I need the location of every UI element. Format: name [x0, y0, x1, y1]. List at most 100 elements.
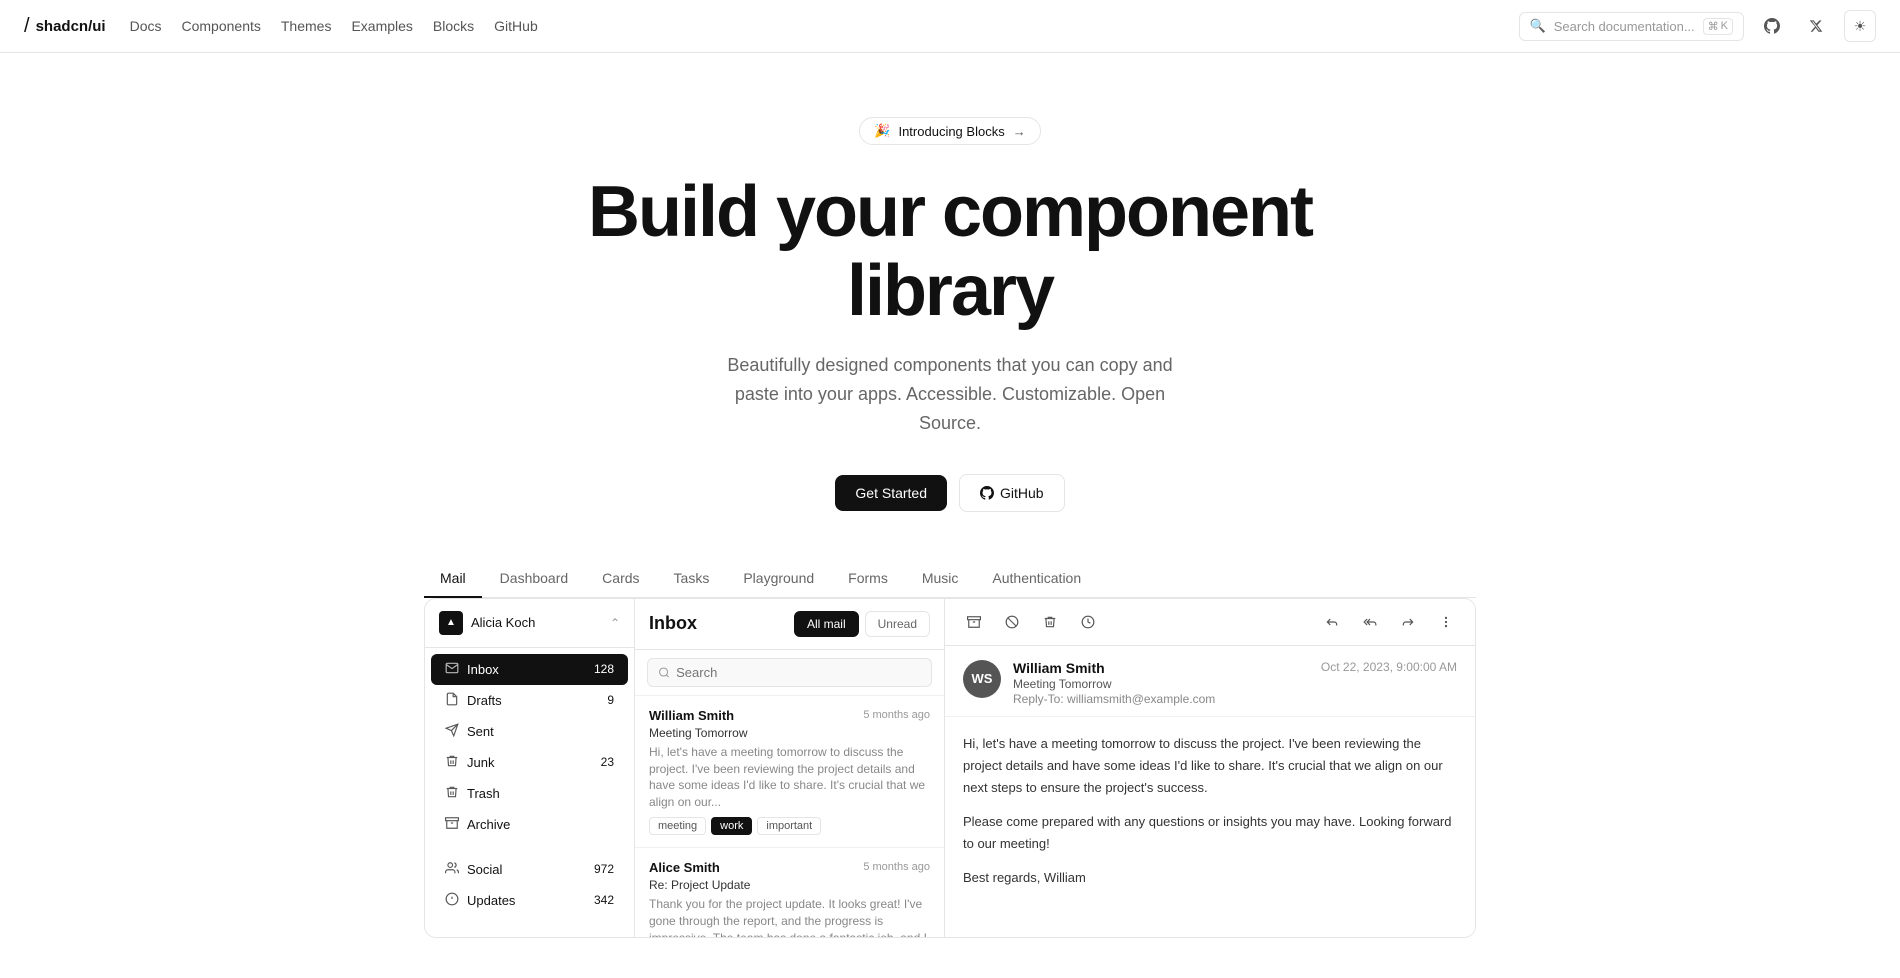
sidebar-item-sent[interactable]: Sent [425, 716, 634, 747]
account-triangle-icon: ▲ [446, 617, 456, 628]
mail-item-time: 5 months ago [863, 709, 930, 721]
mail-item[interactable]: William Smith 5 months ago Meeting Tomor… [635, 696, 944, 848]
move-action-icon[interactable] [997, 607, 1027, 637]
tab-cards[interactable]: Cards [586, 560, 655, 598]
github-icon-btn[interactable] [1756, 10, 1788, 42]
nav-link-docs[interactable]: Docs [130, 18, 162, 34]
archive-action-icon[interactable] [959, 607, 989, 637]
logo-text: shadcn/ui [36, 18, 106, 35]
mail-item-time: 5 months ago [863, 861, 930, 873]
hero-badge[interactable]: 🎉 Introducing Blocks → [859, 117, 1040, 145]
account-avatar: ▲ [439, 611, 463, 635]
mail-view-header: WS William Smith Meeting Tomorrow Reply-… [945, 646, 1475, 717]
email-subject: Meeting Tomorrow [1013, 677, 1309, 691]
logo-icon: / [24, 15, 30, 38]
theme-toggle-btn[interactable]: ☀ [1844, 10, 1876, 42]
sidebar-item-inbox[interactable]: Inbox 128 [431, 654, 628, 685]
body-paragraph-1: Hi, let's have a meeting tomorrow to dis… [963, 733, 1457, 799]
sidebar-item-trash[interactable]: Trash [425, 778, 634, 809]
sidebar-trash-label: Trash [467, 786, 500, 801]
mail-search-icon [658, 666, 670, 679]
sent-icon [445, 723, 459, 740]
navbar: / shadcn/ui Docs Components Themes Examp… [0, 0, 1900, 53]
tab-dashboard[interactable]: Dashboard [484, 560, 585, 598]
tab-authentication[interactable]: Authentication [976, 560, 1097, 598]
hero-section: 🎉 Introducing Blocks → Build your compon… [0, 53, 1900, 560]
reply-to: Reply-To: williamsmith@example.com [1013, 692, 1309, 706]
drafts-icon [445, 692, 459, 709]
sidebar-drafts-label: Drafts [467, 693, 502, 708]
demo-tabs: Mail Dashboard Cards Tasks Playground Fo… [424, 560, 1476, 598]
filter-all-btn[interactable]: All mail [794, 611, 859, 637]
forward-action-icon[interactable] [1393, 607, 1423, 637]
github-button[interactable]: GitHub [959, 474, 1065, 512]
nav-links: Docs Components Themes Examples Blocks G… [130, 18, 1495, 34]
sidebar-social-label: Social [467, 862, 502, 877]
updates-icon [445, 892, 459, 909]
hero-subtitle: Beautifully designed components that you… [710, 351, 1190, 437]
mail-search-input[interactable] [676, 665, 921, 680]
filter-unread-btn[interactable]: Unread [865, 611, 930, 637]
get-started-button[interactable]: Get Started [835, 475, 947, 511]
tab-mail[interactable]: Mail [424, 560, 482, 598]
junk-icon [445, 754, 459, 771]
mail-item-subject: Meeting Tomorrow [649, 726, 930, 740]
mail-item-name: William Smith [649, 708, 734, 723]
sidebar-drafts-count: 9 [607, 693, 614, 707]
twitter-icon-btn[interactable] [1800, 10, 1832, 42]
sidebar-item-updates[interactable]: Updates 342 [425, 885, 634, 916]
body-paragraph-3: Best regards, William [963, 867, 1457, 889]
github-btn-icon [980, 486, 994, 500]
account-chevron-icon: ⌃ [610, 616, 620, 630]
sidebar-inbox-label: Inbox [467, 662, 499, 677]
reply-to-address: williamsmith@example.com [1067, 692, 1215, 706]
tab-tasks[interactable]: Tasks [658, 560, 726, 598]
tag-work: work [711, 817, 752, 835]
mail-item-subject: Re: Project Update [649, 878, 930, 892]
demo-section: Mail Dashboard Cards Tasks Playground Fo… [400, 560, 1500, 978]
mail-item[interactable]: Alice Smith 5 months ago Re: Project Upd… [635, 848, 944, 937]
logo[interactable]: / shadcn/ui [24, 15, 106, 38]
sender-avatar: WS [963, 660, 1001, 698]
sender-name: William Smith [1013, 660, 1309, 676]
trash-icon [445, 785, 459, 802]
sidebar-junk-count: 23 [601, 755, 614, 769]
nav-link-themes[interactable]: Themes [281, 18, 332, 34]
nav-link-components[interactable]: Components [181, 18, 260, 34]
nav-link-blocks[interactable]: Blocks [433, 18, 474, 34]
email-time: Oct 22, 2023, 9:00:00 AM [1321, 660, 1457, 674]
search-box[interactable]: 🔍 Search documentation... ⌘ K [1519, 12, 1744, 41]
mail-view-toolbar [945, 599, 1475, 646]
sidebar-archive-label: Archive [467, 817, 510, 832]
nav-link-github[interactable]: GitHub [494, 18, 538, 34]
tab-forms[interactable]: Forms [832, 560, 904, 598]
mail-item-preview: Thank you for the project update. It loo… [649, 896, 930, 937]
mail-list: Inbox All mail Unread William Smith 5 mo… [635, 599, 945, 937]
mail-account-selector[interactable]: ▲ Alicia Koch ⌃ [425, 599, 634, 648]
sidebar-updates-label: Updates [467, 893, 515, 908]
sidebar-sent-label: Sent [467, 724, 494, 739]
sidebar-item-drafts[interactable]: Drafts 9 [425, 685, 634, 716]
reply-all-action-icon[interactable] [1355, 607, 1385, 637]
nav-link-examples[interactable]: Examples [351, 18, 412, 34]
mail-view: WS William Smith Meeting Tomorrow Reply-… [945, 599, 1475, 937]
tag-meeting: meeting [649, 817, 706, 835]
sidebar-item-social[interactable]: Social 972 [425, 854, 634, 885]
tab-playground[interactable]: Playground [727, 560, 830, 598]
archive-icon [445, 816, 459, 833]
github-btn-label: GitHub [1000, 485, 1044, 501]
delete-action-icon[interactable] [1035, 607, 1065, 637]
sidebar-item-archive[interactable]: Archive [425, 809, 634, 840]
more-actions-icon[interactable] [1431, 607, 1461, 637]
tab-music[interactable]: Music [906, 560, 975, 598]
hero-actions: Get Started GitHub [835, 474, 1064, 512]
mail-demo: ▲ Alicia Koch ⌃ Inbox 128 [424, 598, 1476, 938]
sidebar-updates-count: 342 [594, 893, 614, 907]
reply-action-icon[interactable] [1317, 607, 1347, 637]
inbox-title: Inbox [649, 613, 697, 634]
sidebar-item-junk[interactable]: Junk 23 [425, 747, 634, 778]
snooze-action-icon[interactable] [1073, 607, 1103, 637]
hero-title: Build your component library [500, 173, 1400, 331]
mail-view-body: Hi, let's have a meeting tomorrow to dis… [945, 717, 1475, 937]
mail-list-header: Inbox All mail Unread [635, 599, 944, 650]
